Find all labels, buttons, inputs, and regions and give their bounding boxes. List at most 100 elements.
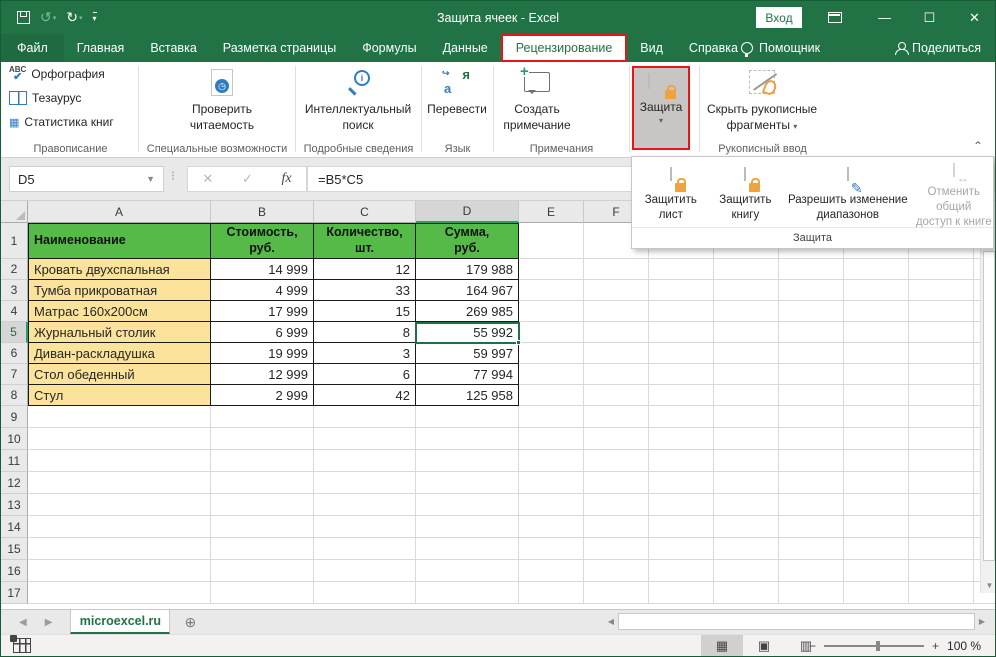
cell-b7[interactable]: 12 999 bbox=[211, 364, 314, 385]
cell-c3[interactable]: 33 bbox=[314, 280, 416, 301]
cell-b4[interactable]: 17 999 bbox=[211, 301, 314, 322]
collapse-ribbon-button[interactable]: ⌃ bbox=[973, 139, 983, 153]
translate-button[interactable]: ↩яa Перевести bbox=[425, 65, 489, 118]
cell-a6[interactable]: Диван-раскладушка bbox=[28, 343, 211, 364]
cell-c8[interactable]: 42 bbox=[314, 385, 416, 406]
cell-b6[interactable]: 19 999 bbox=[211, 343, 314, 364]
vertical-scrollbar-thumb[interactable] bbox=[983, 251, 995, 561]
zoom-slider[interactable] bbox=[824, 645, 924, 647]
ribbon-display-options-button[interactable] bbox=[821, 7, 849, 28]
row-header-16[interactable]: 16 bbox=[1, 560, 28, 582]
header-cell-name[interactable]: Наименование bbox=[28, 223, 211, 259]
tab-home[interactable]: Главная bbox=[64, 34, 138, 62]
cell-a2[interactable]: Кровать двухспальная bbox=[28, 259, 211, 280]
scroll-left-icon[interactable]: ◀ bbox=[604, 617, 618, 626]
row-header-8[interactable]: 8 bbox=[1, 385, 28, 406]
insert-function-button[interactable]: fx bbox=[282, 171, 292, 187]
row-header-15[interactable]: 15 bbox=[1, 538, 28, 560]
new-note-button[interactable]: + Создать примечание bbox=[500, 65, 574, 133]
row-header-9[interactable]: 9 bbox=[1, 406, 28, 428]
cell-d4[interactable]: 269 985 bbox=[416, 301, 519, 322]
row-header-7[interactable]: 7 bbox=[1, 364, 28, 385]
row-header-3[interactable]: 3 bbox=[1, 280, 28, 301]
normal-view-button[interactable]: ▦ bbox=[701, 635, 743, 657]
cell-d7[interactable]: 77 994 bbox=[416, 364, 519, 385]
zoom-level[interactable]: 100 % bbox=[947, 639, 981, 653]
cell-a4[interactable]: Матрас 160х200см bbox=[28, 301, 211, 322]
column-header-d-selected[interactable]: D bbox=[416, 201, 519, 223]
menu-item-protect-sheet[interactable]: Защитить лист bbox=[632, 157, 710, 227]
row-header-1[interactable]: 1 bbox=[1, 223, 28, 259]
previous-sheet-icon[interactable]: ◀ bbox=[19, 617, 27, 628]
row-header-4[interactable]: 4 bbox=[1, 301, 28, 322]
select-all-corner[interactable] bbox=[1, 201, 28, 223]
tab-data[interactable]: Данные bbox=[430, 34, 501, 62]
minimize-button[interactable]: — bbox=[862, 1, 907, 34]
assistant-button[interactable]: Помощник bbox=[741, 34, 820, 62]
tab-file[interactable]: Файл bbox=[1, 34, 64, 62]
hide-ink-button[interactable]: Скрыть рукописные фрагменты ▾ bbox=[702, 65, 822, 133]
column-header-c[interactable]: C bbox=[314, 201, 416, 223]
row-header-13[interactable]: 13 bbox=[1, 494, 28, 516]
cell-b2[interactable]: 14 999 bbox=[211, 259, 314, 280]
protection-dropdown-button[interactable]: Защита ▾ bbox=[632, 66, 690, 150]
row-header-10[interactable]: 10 bbox=[1, 428, 28, 450]
row-header-2[interactable]: 2 bbox=[1, 259, 28, 280]
sign-in-button[interactable]: Вход bbox=[756, 7, 802, 28]
column-header-a[interactable]: A bbox=[28, 201, 211, 223]
row-header-6[interactable]: 6 bbox=[1, 343, 28, 364]
tab-review-active[interactable]: Рецензирование bbox=[501, 34, 628, 62]
scroll-right-icon[interactable]: ▶ bbox=[975, 617, 989, 626]
column-header-b[interactable]: B bbox=[211, 201, 314, 223]
cell-b5[interactable]: 6 999 bbox=[211, 322, 314, 343]
cell-b8[interactable]: 2 999 bbox=[211, 385, 314, 406]
row-header-5-selected[interactable]: 5 bbox=[1, 322, 28, 343]
cell-d8[interactable]: 125 958 bbox=[416, 385, 519, 406]
spelling-button[interactable]: ABC✔ Орфография bbox=[3, 62, 138, 86]
formula-bar-grip[interactable]: ⁝ bbox=[171, 168, 174, 184]
cell-a5[interactable]: Журнальный столик bbox=[28, 322, 211, 343]
menu-item-allow-edit-ranges[interactable]: ✎ Разрешить изменение диапазонов bbox=[781, 157, 914, 227]
cell-d3[interactable]: 164 967 bbox=[416, 280, 519, 301]
tab-formulas[interactable]: Формулы bbox=[349, 34, 429, 62]
new-sheet-button[interactable]: ⊕ bbox=[170, 610, 210, 634]
cell-d2[interactable]: 179 988 bbox=[416, 259, 519, 280]
cell-b3[interactable]: 4 999 bbox=[211, 280, 314, 301]
cell-c4[interactable]: 15 bbox=[314, 301, 416, 322]
cell-c2[interactable]: 12 bbox=[314, 259, 416, 280]
row-header-14[interactable]: 14 bbox=[1, 516, 28, 538]
cell-c7[interactable]: 6 bbox=[314, 364, 416, 385]
maximize-button[interactable]: ☐ bbox=[907, 1, 952, 34]
header-cell-price[interactable]: Стоимость, руб. bbox=[211, 223, 314, 259]
row-header-11[interactable]: 11 bbox=[1, 450, 28, 472]
vertical-scrollbar[interactable]: ▼ bbox=[980, 201, 996, 593]
next-sheet-icon[interactable]: ▶ bbox=[45, 617, 53, 628]
share-button[interactable]: Поделиться bbox=[895, 34, 981, 62]
cell-d6[interactable]: 59 997 bbox=[416, 343, 519, 364]
workbook-statistics-button[interactable]: ▦ Статистика книг bbox=[3, 110, 138, 134]
cell-c6[interactable]: 3 bbox=[314, 343, 416, 364]
column-header-e[interactable]: E bbox=[519, 201, 584, 223]
row-header-12[interactable]: 12 bbox=[1, 472, 28, 494]
cell-a3[interactable]: Тумба прикроватная bbox=[28, 280, 211, 301]
page-layout-view-button[interactable]: ▣ bbox=[743, 635, 785, 657]
header-cell-qty[interactable]: Количество, шт. bbox=[314, 223, 416, 259]
scroll-down-icon[interactable]: ▼ bbox=[981, 577, 996, 593]
cell-a7[interactable]: Стол обеденный bbox=[28, 364, 211, 385]
tab-help[interactable]: Справка bbox=[676, 34, 751, 62]
smart-lookup-button[interactable]: i Интеллектуальный поиск bbox=[298, 65, 418, 133]
check-accessibility-button[interactable]: ◷ Проверить читаемость bbox=[177, 65, 267, 133]
macro-record-icon[interactable] bbox=[13, 638, 31, 653]
header-cell-sum[interactable]: Сумма, руб. bbox=[416, 223, 519, 259]
close-button[interactable]: ✕ bbox=[952, 1, 996, 34]
name-box[interactable]: D5 ▼ bbox=[9, 166, 164, 192]
cell-c5[interactable]: 8 bbox=[314, 322, 416, 343]
row-header-17[interactable]: 17 bbox=[1, 582, 28, 604]
fill-handle[interactable] bbox=[516, 340, 521, 345]
sheet-tab-active[interactable]: microexcel.ru bbox=[70, 610, 170, 634]
horizontal-scrollbar[interactable]: ◀ ▶ bbox=[604, 612, 989, 631]
tab-view[interactable]: Вид bbox=[627, 34, 676, 62]
zoom-out-button[interactable]: − bbox=[809, 639, 816, 653]
confirm-entry-icon[interactable]: ✓ bbox=[242, 171, 253, 187]
horizontal-scrollbar-thumb[interactable] bbox=[618, 613, 975, 630]
